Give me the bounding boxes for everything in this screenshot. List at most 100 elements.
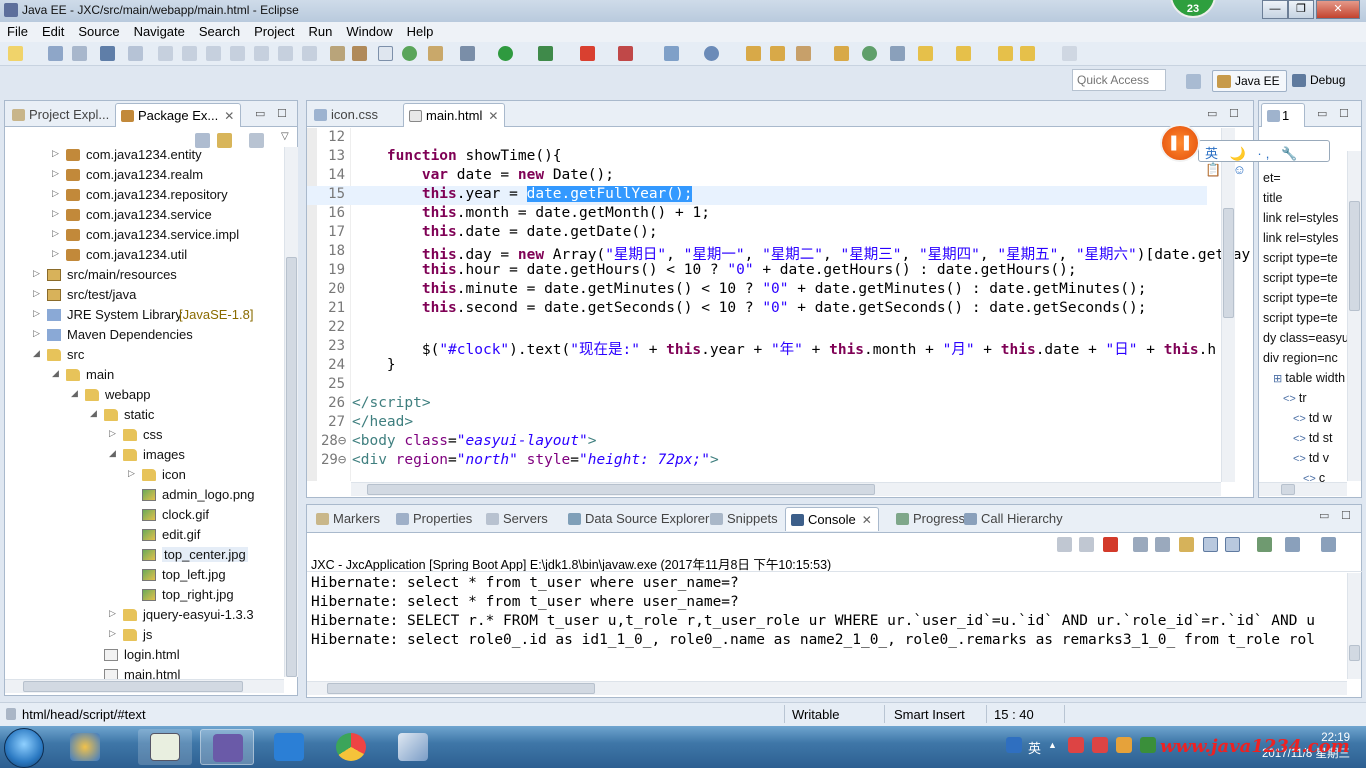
- tree-item[interactable]: ◢ webapp: [9, 385, 289, 405]
- terminate-icon[interactable]: [206, 46, 221, 61]
- taskbar-eclipse[interactable]: [200, 729, 254, 765]
- forward-icon[interactable]: [1062, 46, 1077, 61]
- tree-item[interactable]: ▷ com.java1234.service: [9, 205, 289, 225]
- outline-item[interactable]: title: [1263, 191, 1282, 211]
- remove-all-launches-icon[interactable]: [1079, 537, 1094, 552]
- tree-item[interactable]: ▷ src/main/resources: [9, 265, 289, 285]
- tree-item[interactable]: ▷ js: [9, 625, 289, 645]
- expand-arrow-icon[interactable]: ▷: [52, 168, 59, 179]
- expand-arrow-icon[interactable]: ▷: [109, 628, 116, 639]
- outline-item[interactable]: <> td w: [1293, 411, 1332, 431]
- next-annotation-icon[interactable]: [956, 46, 971, 61]
- explorer-vertical-scrollbar[interactable]: [284, 147, 298, 677]
- expand-arrow-icon[interactable]: ▷: [33, 308, 40, 319]
- step-over-icon[interactable]: [278, 46, 293, 61]
- outline-horizontal-scrollbar[interactable]: [1259, 482, 1347, 496]
- menu-project[interactable]: Project: [247, 22, 301, 39]
- new-icon[interactable]: [8, 46, 23, 61]
- tree-item[interactable]: top_center.jpg: [9, 545, 289, 565]
- collapse-arrow-icon[interactable]: ◢: [33, 348, 40, 359]
- search-tool-icon[interactable]: [796, 46, 811, 61]
- close-tab-icon[interactable]: ✕: [862, 513, 872, 527]
- tab-icon-css[interactable]: icon.css: [309, 103, 384, 127]
- menu-run[interactable]: Run: [302, 22, 340, 39]
- tree-item[interactable]: ▷ com.java1234.service.impl: [9, 225, 289, 245]
- tree-item[interactable]: ◢ main: [9, 365, 289, 385]
- open-type-icon[interactable]: [428, 46, 443, 61]
- code-line[interactable]: 17 this.date = date.getDate();: [307, 224, 1207, 243]
- save-icon[interactable]: [48, 46, 63, 61]
- minimize-editor-icon[interactable]: ▭: [1207, 107, 1217, 120]
- outline-item[interactable]: et=: [1263, 171, 1281, 191]
- outline-item[interactable]: <> td v: [1293, 451, 1329, 471]
- console-horizontal-scrollbar[interactable]: [307, 681, 1347, 695]
- suspend-icon[interactable]: [182, 46, 197, 61]
- outline-item[interactable]: <> tr: [1283, 391, 1307, 411]
- tab-console[interactable]: Console ✕: [785, 507, 879, 531]
- step-into-icon[interactable]: [254, 46, 269, 61]
- ime-tray-icon[interactable]: [1006, 737, 1022, 753]
- tab-project-explorer[interactable]: Project Expl...: [7, 103, 115, 127]
- tray-expand-icon[interactable]: ▲: [1048, 740, 1057, 750]
- tray-app-icon[interactable]: [1092, 737, 1108, 753]
- tab-properties[interactable]: Properties: [391, 507, 478, 531]
- tree-item[interactable]: ▷ jquery-easyui-1.3.3: [9, 605, 289, 625]
- code-line[interactable]: 15 this.year = date.getFullYear();: [307, 186, 1207, 205]
- expand-arrow-icon[interactable]: ▷: [52, 248, 59, 259]
- clear-console-icon[interactable]: [1133, 537, 1148, 552]
- menu-help[interactable]: Help: [400, 22, 441, 39]
- tree-item[interactable]: ▷ com.java1234.entity: [9, 145, 289, 165]
- tree-item[interactable]: login.html: [9, 645, 289, 665]
- show-stderr-icon[interactable]: [1225, 537, 1240, 552]
- ime-floating-widget[interactable]: 英 🌙 ·, 🔧 📋 ☺ ❚❚: [1160, 124, 1330, 177]
- maximize-editor-icon[interactable]: ☐: [1229, 107, 1239, 120]
- taskbar-app-1[interactable]: [58, 729, 112, 765]
- tree-item[interactable]: ◢ src: [9, 345, 289, 365]
- tab-package-explorer[interactable]: Package Ex... ✕: [115, 103, 242, 127]
- expand-arrow-icon[interactable]: ▷: [128, 468, 135, 479]
- remove-launch-icon[interactable]: [1057, 537, 1072, 552]
- code-line[interactable]: 21 this.second = date.getSeconds() < 10 …: [307, 300, 1207, 319]
- code-line[interactable]: 22: [307, 319, 1207, 338]
- start-button[interactable]: [4, 728, 44, 768]
- code-line[interactable]: 25: [307, 376, 1207, 395]
- tree-item[interactable]: ◢ static: [9, 405, 289, 425]
- editor-horizontal-scrollbar[interactable]: [351, 482, 1221, 496]
- open-perspective-icon[interactable]: [1186, 74, 1201, 89]
- perspective-java-ee[interactable]: Java EE: [1212, 70, 1287, 92]
- web-browser-icon[interactable]: [862, 46, 877, 61]
- annotation-icon[interactable]: [890, 46, 905, 61]
- maximize-button[interactable]: ❐: [1288, 0, 1314, 19]
- view-menu-chevron-icon[interactable]: ▽: [281, 131, 289, 142]
- code-line[interactable]: 24 }: [307, 357, 1207, 376]
- tab-main-html[interactable]: main.html ✕: [403, 103, 506, 127]
- open-folder-icon[interactable]: [746, 46, 761, 61]
- tree-item[interactable]: top_left.jpg: [9, 565, 289, 585]
- minimize-console-icon[interactable]: ▭: [1319, 509, 1329, 522]
- expand-arrow-icon[interactable]: ▷: [52, 208, 59, 219]
- format-icon[interactable]: [330, 46, 345, 61]
- ime-language-indicator[interactable]: 英: [1028, 738, 1041, 757]
- outline-item[interactable]: script type=te: [1263, 251, 1338, 271]
- outline-item[interactable]: ⊞ table width: [1273, 371, 1345, 391]
- outline-item[interactable]: div region=nc: [1263, 351, 1338, 371]
- tree-item[interactable]: ▷ icon: [9, 465, 289, 485]
- tray-app-icon[interactable]: [1116, 737, 1132, 753]
- pin-console-icon[interactable]: [1257, 537, 1272, 552]
- taskbar-app-2[interactable]: [138, 729, 192, 765]
- taskbar-chrome[interactable]: [324, 729, 378, 765]
- code-editor[interactable]: 12 13 function showTime(){14 var date = n…: [307, 128, 1253, 481]
- expand-arrow-icon[interactable]: ▷: [109, 428, 116, 439]
- collapse-arrow-icon[interactable]: ◢: [109, 448, 116, 459]
- tree-item[interactable]: ▷ JRE System Library [JavaSE-1.8]: [9, 305, 289, 325]
- outline-item[interactable]: script type=te: [1263, 271, 1338, 291]
- outline-item[interactable]: script type=te: [1263, 291, 1338, 311]
- code-line[interactable]: 14 var date = new Date();: [307, 167, 1207, 186]
- outline-item[interactable]: <> td st: [1293, 431, 1333, 451]
- new-java-icon[interactable]: [704, 46, 719, 61]
- tab-snippets[interactable]: Snippets: [705, 507, 784, 531]
- ime-toolbar[interactable]: 英 🌙 ·, 🔧 📋 ☺: [1198, 140, 1330, 177]
- external-tools-icon[interactable]: [618, 46, 633, 61]
- code-line[interactable]: 27 </head>: [307, 414, 1207, 433]
- tray-app-icon[interactable]: [1068, 737, 1084, 753]
